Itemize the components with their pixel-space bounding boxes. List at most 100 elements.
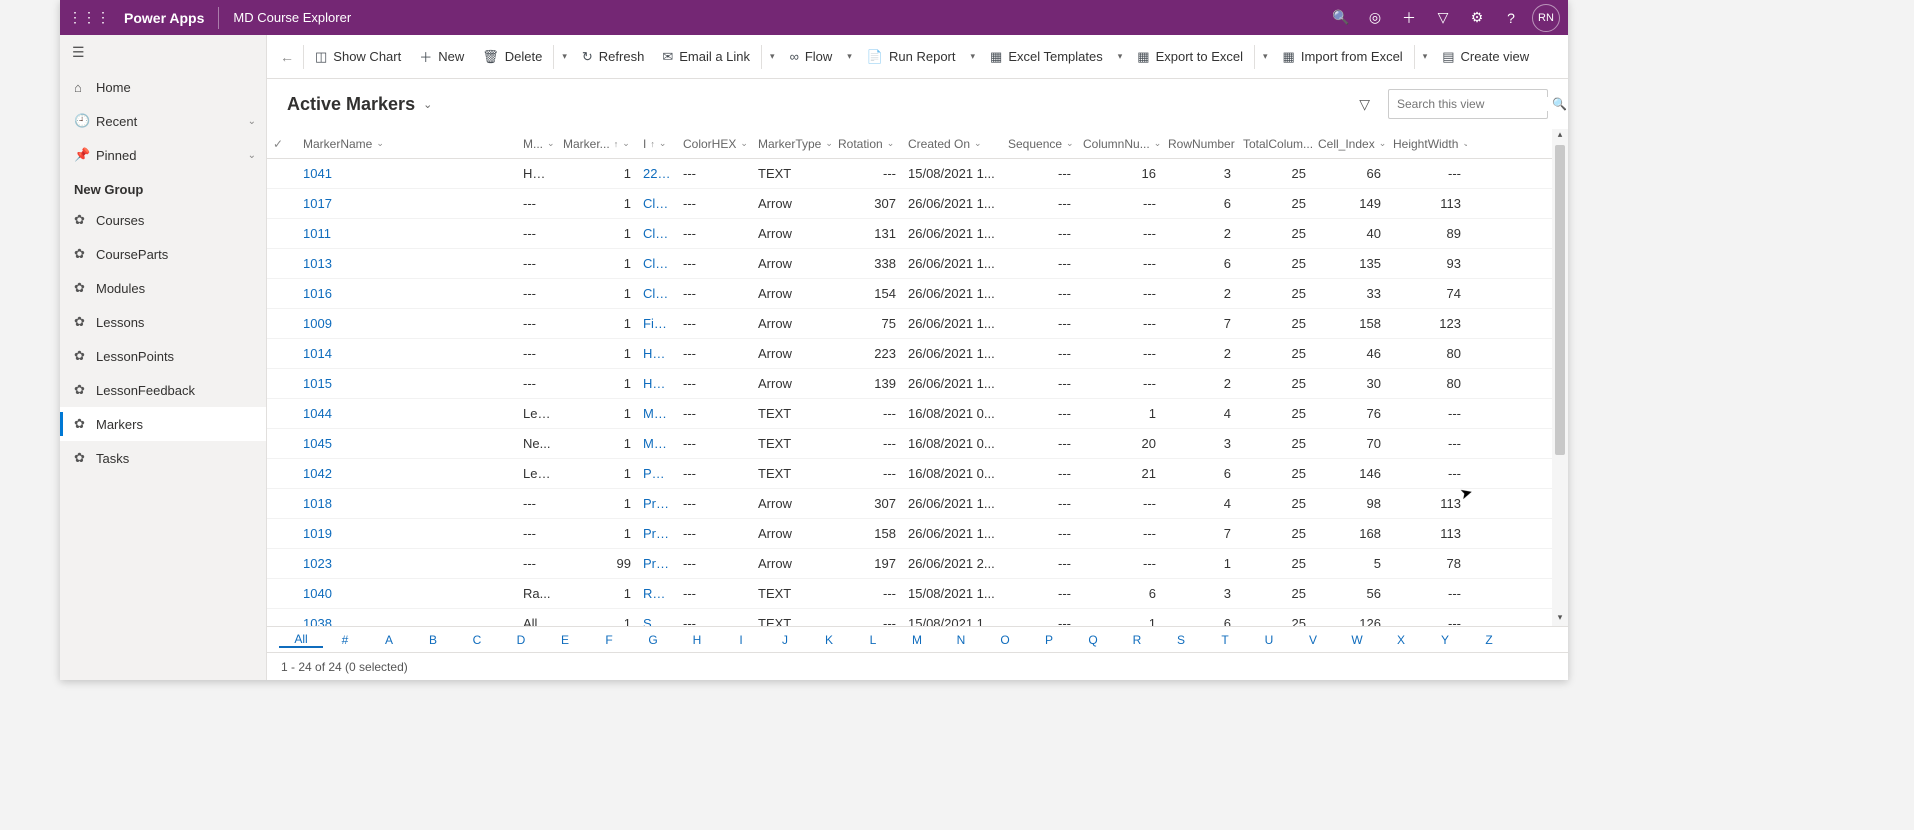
- cell-color[interactable]: How hu: [637, 346, 677, 361]
- alpha-z[interactable]: Z: [1467, 633, 1511, 647]
- cell-color[interactable]: Position: [637, 466, 677, 481]
- cell-markername[interactable]: 1017: [297, 196, 517, 211]
- alpha-c[interactable]: C: [455, 633, 499, 647]
- alpha-all[interactable]: All: [279, 632, 323, 648]
- table-row[interactable]: 1042Lei...1Position---TEXT---16/08/2021 …: [267, 459, 1552, 489]
- col-rownumber[interactable]: RowNumber⌄: [1162, 137, 1237, 151]
- alpha-n[interactable]: N: [939, 633, 983, 647]
- alpha-y[interactable]: Y: [1423, 633, 1467, 647]
- alpha-q[interactable]: Q: [1071, 633, 1115, 647]
- cell-color[interactable]: Ranieri: [637, 586, 677, 601]
- col-cellindex[interactable]: Cell_Index⌄: [1312, 137, 1387, 151]
- back-button[interactable]: ←: [273, 49, 301, 65]
- alpha-s[interactable]: S: [1159, 633, 1203, 647]
- alpha-#[interactable]: #: [323, 633, 367, 647]
- view-search[interactable]: 🔍: [1388, 89, 1548, 119]
- table-row[interactable]: 1011---1Closure---Arrow13126/06/2021 1..…: [267, 219, 1552, 249]
- alpha-g[interactable]: G: [631, 633, 675, 647]
- col-marker-name[interactable]: MarkerName⌄: [297, 137, 517, 151]
- column-filter-icon[interactable]: ▽: [1359, 96, 1370, 113]
- alpha-h[interactable]: H: [675, 633, 719, 647]
- nav-item-lessonpoints[interactable]: ✿LessonPoints: [60, 339, 266, 373]
- nav-item-modules[interactable]: ✿Modules: [60, 271, 266, 305]
- table-row[interactable]: 1013---1Closure---Arrow33826/06/2021 1..…: [267, 249, 1552, 279]
- import-excel-caret[interactable]: ▾: [1417, 51, 1434, 62]
- cell-color[interactable]: Closure: [637, 256, 677, 271]
- table-row[interactable]: 1041He'...122 wins---TEXT---15/08/2021 1…: [267, 159, 1552, 189]
- chevron-down-icon[interactable]: ⌄: [248, 150, 256, 161]
- excel-templates-button[interactable]: ▦Excel Templates: [981, 35, 1112, 78]
- cell-color[interactable]: Closure: [637, 286, 677, 301]
- waffle-icon[interactable]: ⋮⋮⋮: [68, 9, 110, 26]
- report-caret[interactable]: ▾: [965, 51, 982, 62]
- scroll-down-arrow[interactable]: ▾: [1552, 612, 1568, 626]
- nav-item-lessonfeedback[interactable]: ✿LessonFeedback: [60, 373, 266, 407]
- cell-markername[interactable]: 1023: [297, 556, 517, 571]
- table-row[interactable]: 1023---99Proximi---Arrow19726/06/2021 2.…: [267, 549, 1552, 579]
- cell-markername[interactable]: 1009: [297, 316, 517, 331]
- scroll-thumb[interactable]: [1555, 145, 1565, 455]
- cell-color[interactable]: Closure: [637, 226, 677, 241]
- alpha-r[interactable]: R: [1115, 633, 1159, 647]
- col-m[interactable]: M...⌄: [517, 137, 557, 151]
- export-excel-caret[interactable]: ▾: [1257, 51, 1274, 62]
- alpha-p[interactable]: P: [1027, 633, 1071, 647]
- settings-icon[interactable]: ⚙: [1460, 9, 1494, 26]
- col-totalcolum[interactable]: TotalColum...⌄: [1237, 137, 1312, 151]
- col-createdon[interactable]: Created On⌄: [902, 137, 1002, 151]
- cell-markername[interactable]: 1016: [297, 286, 517, 301]
- nav-recent[interactable]: 🕘Recent⌄: [60, 104, 266, 138]
- avatar[interactable]: RN: [1532, 4, 1560, 32]
- show-chart-button[interactable]: ◫Show Chart: [306, 35, 410, 78]
- cell-markername[interactable]: 1044: [297, 406, 517, 421]
- scroll-up-arrow[interactable]: ▴: [1552, 129, 1568, 143]
- delete-button[interactable]: 🗑Delete: [473, 35, 551, 78]
- alpha-k[interactable]: K: [807, 633, 851, 647]
- table-row[interactable]: 1016---1Closure---Arrow15426/06/2021 1..…: [267, 279, 1552, 309]
- alpha-t[interactable]: T: [1203, 633, 1247, 647]
- cell-markername[interactable]: 1040: [297, 586, 517, 601]
- table-row[interactable]: 1044Lei...1Massive---TEXT---16/08/2021 0…: [267, 399, 1552, 429]
- cell-markername[interactable]: 1015: [297, 376, 517, 391]
- alpha-e[interactable]: E: [543, 633, 587, 647]
- flow-caret[interactable]: ▾: [841, 51, 858, 62]
- import-excel-button[interactable]: ▦Import from Excel: [1274, 35, 1412, 78]
- target-icon[interactable]: ◎: [1358, 9, 1392, 26]
- cell-markername[interactable]: 1011: [297, 226, 517, 241]
- search-icon[interactable]: 🔍: [1324, 9, 1358, 26]
- view-selector-caret[interactable]: ⌄: [423, 98, 432, 111]
- nav-pinned[interactable]: 📌Pinned⌄: [60, 138, 266, 172]
- cell-color[interactable]: Proximi: [637, 556, 677, 571]
- table-row[interactable]: 1015---1How hu---Arrow13926/06/2021 1...…: [267, 369, 1552, 399]
- cell-color[interactable]: 22 wins: [637, 166, 677, 181]
- col-heightwidth[interactable]: HeightWidth⌄: [1387, 137, 1467, 151]
- cell-markername[interactable]: 1042: [297, 466, 517, 481]
- cell-markername[interactable]: 1019: [297, 526, 517, 541]
- cell-color[interactable]: Massive: [637, 406, 677, 421]
- nav-item-markers[interactable]: ✿Markers: [60, 407, 266, 441]
- alpha-i[interactable]: I: [719, 633, 763, 647]
- email-split-caret[interactable]: ▾: [764, 51, 781, 62]
- filter-icon[interactable]: ▽: [1426, 9, 1460, 26]
- nav-item-lessons[interactable]: ✿Lessons: [60, 305, 266, 339]
- alpha-d[interactable]: D: [499, 633, 543, 647]
- run-report-button[interactable]: 📄Run Report: [858, 35, 965, 78]
- search-icon[interactable]: 🔍: [1552, 97, 1567, 111]
- flow-button[interactable]: ∞Flow: [781, 35, 842, 78]
- cell-markername[interactable]: 1041: [297, 166, 517, 181]
- alpha-o[interactable]: O: [983, 633, 1027, 647]
- export-excel-button[interactable]: ▦Export to Excel: [1128, 35, 1252, 78]
- nav-item-courses[interactable]: ✿Courses: [60, 203, 266, 237]
- cell-markername[interactable]: 1038: [297, 616, 517, 626]
- table-row[interactable]: 1045Ne...1Massive---TEXT---16/08/2021 0.…: [267, 429, 1552, 459]
- alpha-m[interactable]: M: [895, 633, 939, 647]
- chevron-down-icon[interactable]: ⌄: [248, 116, 256, 127]
- col-marker[interactable]: Marker...↑⌄: [557, 137, 637, 151]
- add-icon[interactable]: ＋: [1392, 8, 1426, 28]
- col-colorhex[interactable]: ColorHEX⌄: [677, 137, 752, 151]
- alpha-l[interactable]: L: [851, 633, 895, 647]
- help-icon[interactable]: ?: [1494, 10, 1528, 26]
- cell-color[interactable]: Closure: [637, 196, 677, 211]
- alpha-u[interactable]: U: [1247, 633, 1291, 647]
- table-row[interactable]: 1019---1Proximi---Arrow15826/06/2021 1..…: [267, 519, 1552, 549]
